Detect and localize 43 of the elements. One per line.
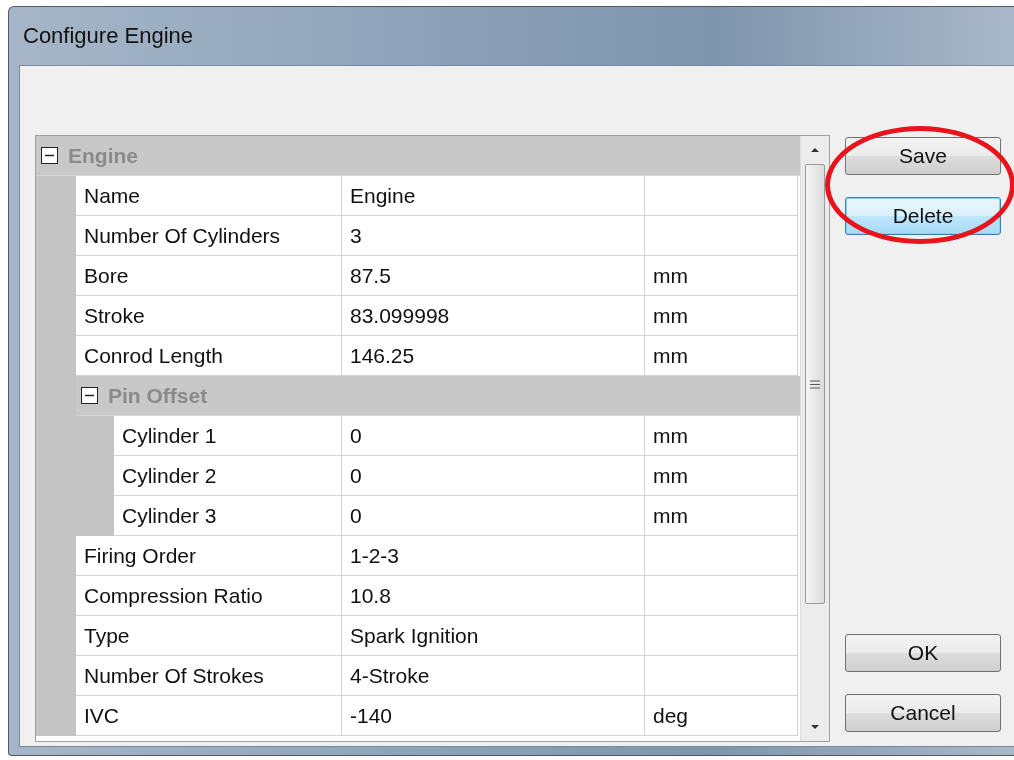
property-name: Cylinder 3 bbox=[114, 496, 342, 536]
property-value[interactable]: 0 bbox=[342, 416, 645, 456]
grip-icon bbox=[810, 379, 820, 389]
property-name: Type bbox=[76, 616, 342, 656]
property-name: Bore bbox=[76, 256, 342, 296]
property-value[interactable]: 4-Stroke bbox=[342, 656, 645, 696]
property-value[interactable]: Engine bbox=[342, 176, 645, 216]
property-value[interactable]: 1-2-3 bbox=[342, 536, 645, 576]
property-name: Number Of Cylinders bbox=[76, 216, 342, 256]
property-value[interactable]: Spark Ignition bbox=[342, 616, 645, 656]
scroll-down-icon[interactable] bbox=[809, 723, 821, 731]
property-unit: mm bbox=[645, 416, 798, 456]
property-value[interactable]: 83.099998 bbox=[342, 296, 645, 336]
property-unit: mm bbox=[645, 456, 798, 496]
property-value[interactable]: 3 bbox=[342, 216, 645, 256]
property-value[interactable]: 10.8 bbox=[342, 576, 645, 616]
dialog-button[interactable]: Save bbox=[845, 137, 1001, 175]
property-name: Name bbox=[76, 176, 342, 216]
dialog-button[interactable]: Delete bbox=[845, 197, 1001, 235]
property-name: Firing Order bbox=[76, 536, 342, 576]
dialog-button[interactable]: Cancel bbox=[845, 694, 1001, 732]
property-name: Compression Ratio bbox=[76, 576, 342, 616]
window-title: Configure Engine bbox=[22, 22, 194, 50]
scrollbar-thumb[interactable] bbox=[805, 164, 825, 604]
property-name: Stroke bbox=[76, 296, 342, 336]
property-value[interactable]: 87.5 bbox=[342, 256, 645, 296]
collapse-icon[interactable] bbox=[81, 387, 98, 404]
row-gutter bbox=[36, 696, 76, 736]
property-name: Cylinder 1 bbox=[114, 416, 342, 456]
property-unit: mm bbox=[645, 496, 798, 536]
property-name: IVC bbox=[76, 696, 342, 736]
scroll-up-icon[interactable] bbox=[809, 146, 821, 154]
property-unit: deg bbox=[645, 696, 798, 736]
property-unit: mm bbox=[645, 296, 798, 336]
dialog-button[interactable]: OK bbox=[845, 634, 1001, 672]
property-value[interactable]: 0 bbox=[342, 456, 645, 496]
property-name: Number Of Strokes bbox=[76, 656, 342, 696]
collapse-icon[interactable] bbox=[41, 147, 58, 164]
row-gutter bbox=[36, 176, 76, 216]
property-unit: mm bbox=[645, 256, 798, 296]
property-name: Cylinder 2 bbox=[114, 456, 342, 496]
property-value[interactable]: -140 bbox=[342, 696, 645, 736]
property-value[interactable]: 0 bbox=[342, 496, 645, 536]
